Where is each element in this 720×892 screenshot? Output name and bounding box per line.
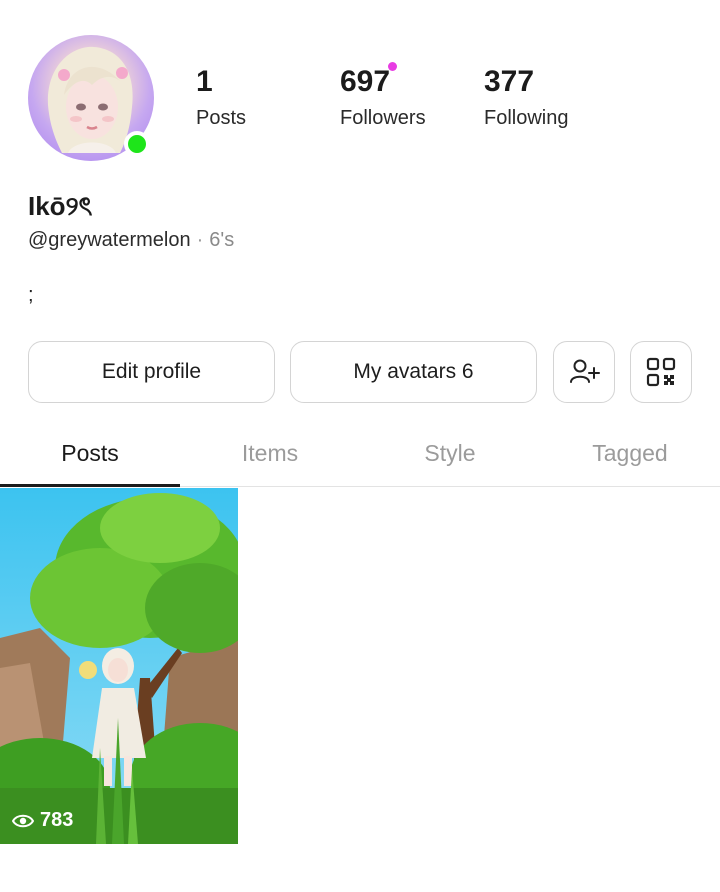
display-name: Ikō୨ৎ (28, 191, 93, 221)
zodiac-label: 6's (209, 229, 235, 251)
following-count: 377 (484, 65, 535, 98)
tab-tagged[interactable]: Tagged (540, 420, 720, 486)
separator-dot: · (196, 229, 204, 251)
tab-style[interactable]: Style (360, 420, 540, 486)
following-label: Following (484, 107, 569, 129)
active-tab-indicator (0, 484, 180, 487)
profile-avatar[interactable] (28, 35, 154, 161)
add-person-icon (570, 359, 600, 383)
stat-posts[interactable]: 1 Posts (196, 62, 246, 134)
stat-following[interactable]: 377 Following (484, 62, 568, 134)
eye-icon (12, 814, 34, 827)
post-image (0, 488, 238, 844)
my-avatars-button[interactable]: My avatars 6 (290, 341, 537, 403)
add-friend-button[interactable] (553, 341, 615, 403)
followers-count: 697 (340, 65, 391, 98)
online-status-dot (124, 131, 150, 157)
handle: @greywatermelon (28, 229, 191, 251)
edit-profile-button[interactable]: Edit profile (28, 341, 275, 403)
qr-code-button[interactable] (630, 341, 692, 403)
bio: ; (28, 284, 34, 306)
qr-code-icon (646, 357, 676, 387)
stat-followers[interactable]: 697 Followers (340, 62, 426, 134)
profile-tabs: Posts Items Style Tagged (0, 420, 720, 487)
post-thumbnail[interactable]: 783 (0, 488, 238, 844)
view-count: 783 (40, 809, 74, 831)
posts-label: Posts (196, 107, 247, 129)
notification-dot (388, 62, 397, 71)
tab-posts[interactable]: Posts (0, 420, 180, 486)
posts-count: 1 (196, 65, 213, 98)
post-view-count: 783 (12, 809, 73, 832)
tab-items[interactable]: Items (180, 420, 360, 486)
handle-line: @greywatermelon · 6's (28, 229, 234, 252)
followers-label: Followers (340, 107, 426, 129)
